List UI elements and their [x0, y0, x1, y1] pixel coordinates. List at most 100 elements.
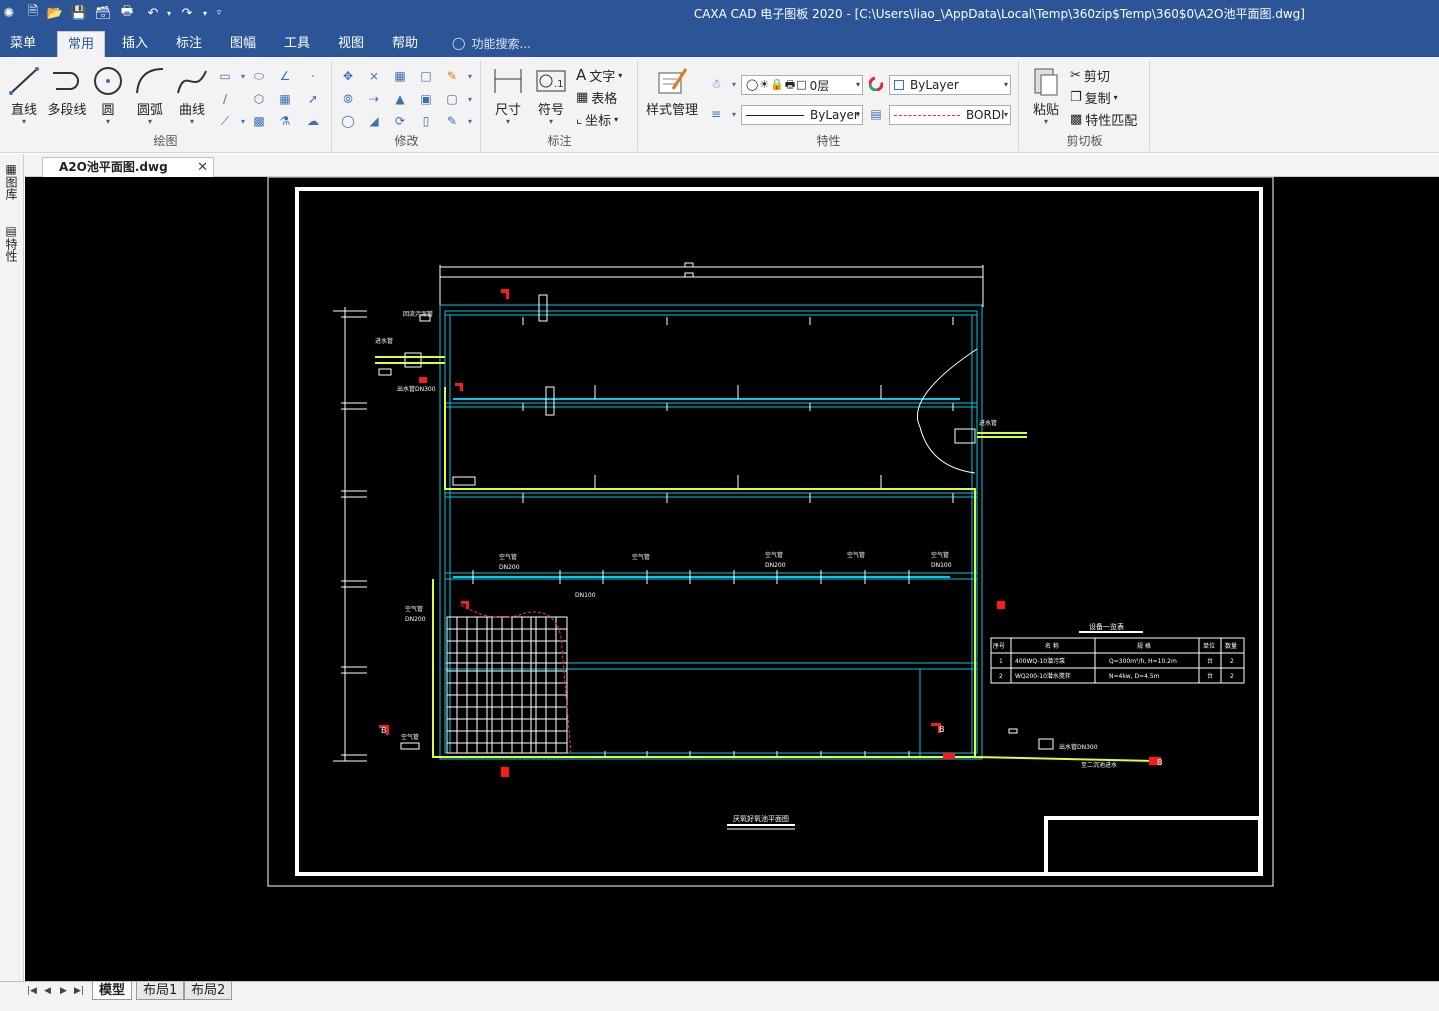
move-icon[interactable]: ✥: [339, 67, 357, 85]
drawing-canvas[interactable]: B B B 回流污泥管 进水管 出水管DN300 空气管 DN200 空气管 空…: [25, 177, 1439, 981]
fillet-icon[interactable]: ◢: [365, 112, 383, 130]
image-icon[interactable]: ⚗: [276, 112, 294, 130]
linetype-manager-icon[interactable]: ≡: [707, 105, 725, 123]
tab-layout1[interactable]: 布局1: [136, 982, 185, 1000]
match-properties-button[interactable]: ▩ 特性匹配: [1070, 109, 1137, 129]
save-icon[interactable]: 💾: [70, 4, 88, 22]
polyline-button[interactable]: 多段线: [44, 65, 90, 118]
edit-icon[interactable]: ✎: [443, 112, 461, 130]
tab-annotate[interactable]: 标注: [166, 31, 212, 57]
paste-dropdown-icon[interactable]: ▾: [1024, 118, 1068, 126]
tab-tools[interactable]: 工具: [274, 31, 320, 57]
layer-manager-icon[interactable]: ☃: [707, 75, 725, 93]
explode-icon[interactable]: ▢: [443, 90, 461, 108]
menu-bar: 菜单 常用 插入 标注 图幅 工具 视图 帮助 ◯ 功能搜索...: [0, 28, 1439, 57]
polygon-icon[interactable]: ⬡: [250, 90, 268, 108]
copy-button[interactable]: ❐ 复制 ▾: [1070, 87, 1118, 107]
copy-entity-icon[interactable]: ⦾: [339, 90, 357, 108]
function-search[interactable]: ◯ 功能搜索...: [452, 33, 531, 53]
arc-dropdown-icon[interactable]: ▾: [128, 118, 172, 126]
erase-dropdown-icon[interactable]: ▾: [461, 67, 479, 85]
first-layout-icon[interactable]: |◀: [27, 986, 37, 996]
print-icon[interactable]: 🖶: [118, 4, 136, 22]
save-all-icon[interactable]: 🗃: [94, 4, 112, 22]
break-icon[interactable]: ▯: [417, 112, 435, 130]
angle-line-icon[interactable]: ∠: [276, 67, 294, 85]
explode-dropdown-icon[interactable]: ▾: [461, 90, 479, 108]
text-dropdown-icon[interactable]: ▾: [618, 71, 622, 80]
tab-insert[interactable]: 插入: [112, 31, 158, 57]
app-logo-icon[interactable]: ✺: [0, 4, 18, 22]
layer-state-icons: ◯☀🔒🖶□: [746, 77, 808, 91]
tab-menu[interactable]: 菜单: [0, 31, 46, 57]
tab-model[interactable]: 模型: [92, 982, 133, 1000]
extend-icon[interactable]: ⇢: [365, 90, 383, 108]
trim-icon[interactable]: ⨯: [365, 67, 383, 85]
dimension-button[interactable]: 尺寸 ▾: [486, 65, 530, 126]
circle-dropdown-icon[interactable]: ▾: [86, 118, 130, 126]
next-layout-icon[interactable]: ▶: [60, 986, 67, 996]
edit-dropdown-icon[interactable]: ▾: [461, 112, 479, 130]
block-icon[interactable]: ▩: [250, 112, 268, 130]
erase-icon[interactable]: ✎: [443, 67, 461, 85]
copy-dropdown-icon[interactable]: ▾: [1114, 93, 1118, 102]
properties-panel-tab[interactable]: ▤特性: [4, 224, 20, 262]
new-file-icon[interactable]: 🗎: [24, 4, 42, 22]
parallel-line-icon[interactable]: ∕: [216, 90, 234, 108]
layer-select[interactable]: ◯☀🔒🖶□ 0层 ▾: [741, 75, 863, 95]
symbol-button[interactable]: .1 符号 ▾: [529, 65, 573, 126]
lineweight-icon[interactable]: ▤: [867, 105, 885, 123]
coordinate-button[interactable]: ⌞ 坐标 ▾: [576, 109, 618, 129]
annotate-group: 尺寸 ▾ .1 符号 ▾ A 文字 ▾ ▦ 表格 ⌞ 坐标 ▾ 标注: [482, 61, 638, 151]
tab-help[interactable]: 帮助: [382, 31, 428, 57]
spline-dropdown-icon[interactable]: ▾: [170, 118, 214, 126]
customize-quick-access-icon[interactable]: ▿: [210, 4, 228, 22]
paste-button[interactable]: 粘贴 ▾: [1024, 65, 1068, 126]
document-tab[interactable]: A2O池平面图.dwg ✕: [42, 157, 214, 178]
rotate-icon[interactable]: ⟳: [391, 112, 409, 130]
coordinate-dropdown-icon[interactable]: ▾: [614, 115, 618, 124]
dimension-dropdown-icon[interactable]: ▾: [486, 118, 530, 126]
scale-icon[interactable]: ▣: [417, 90, 435, 108]
point-icon[interactable]: ·: [304, 67, 322, 85]
air-pipe-label-4: 空气管: [847, 551, 865, 559]
lineweight-select[interactable]: BORDI ▾: [889, 105, 1011, 125]
tab-view[interactable]: 视图: [328, 31, 374, 57]
spline-button[interactable]: 曲线 ▾: [170, 65, 214, 126]
undo-dropdown-icon[interactable]: ▾: [160, 4, 178, 22]
ellipse-icon[interactable]: ⬭: [250, 67, 268, 85]
line-dropdown-icon[interactable]: ▾: [2, 118, 46, 126]
arrow-icon[interactable]: ➚: [304, 90, 322, 108]
text-button[interactable]: A 文字 ▾: [576, 65, 622, 85]
centerline-icon[interactable]: ⟋: [216, 112, 234, 130]
cloud-line-icon[interactable]: ☁: [304, 112, 322, 130]
table-button[interactable]: ▦ 表格: [576, 87, 617, 107]
offset-icon[interactable]: □: [417, 67, 435, 85]
match-properties-label: 特性匹配: [1085, 113, 1138, 129]
symbol-dropdown-icon[interactable]: ▾: [529, 118, 573, 126]
stretch-icon[interactable]: ◯: [339, 112, 357, 130]
line-button[interactable]: 直线 ▾: [2, 65, 46, 126]
redo-icon[interactable]: ↷: [178, 4, 196, 22]
circle-button[interactable]: 圆 ▾: [86, 65, 130, 126]
open-folder-icon[interactable]: 📂: [46, 4, 64, 22]
color-select[interactable]: ByLayer ▾: [889, 75, 1011, 95]
table-row1-no: 1: [999, 658, 1003, 665]
color-wheel-icon[interactable]: [867, 75, 885, 93]
last-layout-icon[interactable]: ▶|: [74, 986, 84, 996]
close-icon[interactable]: ✕: [197, 158, 208, 177]
hatch-icon[interactable]: ▦: [276, 90, 294, 108]
tab-layout2[interactable]: 布局2: [184, 982, 233, 1000]
library-tab[interactable]: ▦图库: [4, 162, 20, 200]
cut-button[interactable]: ✂ 剪切: [1070, 65, 1110, 85]
array-icon[interactable]: ▦: [391, 67, 409, 85]
prev-layout-icon[interactable]: ◀: [44, 986, 51, 996]
arc-button[interactable]: 圆弧 ▾: [128, 65, 172, 126]
layer-dropdown-icon: ▾: [855, 80, 860, 89]
tab-sheet[interactable]: 图幅: [220, 31, 266, 57]
mirror-icon[interactable]: ▲: [391, 90, 409, 108]
tab-common[interactable]: 常用: [57, 31, 106, 57]
rectangle-icon[interactable]: ▭: [216, 67, 234, 85]
style-manager-button[interactable]: 样式管理: [643, 65, 701, 118]
linetype-select[interactable]: ByLayer ▾: [741, 105, 863, 125]
